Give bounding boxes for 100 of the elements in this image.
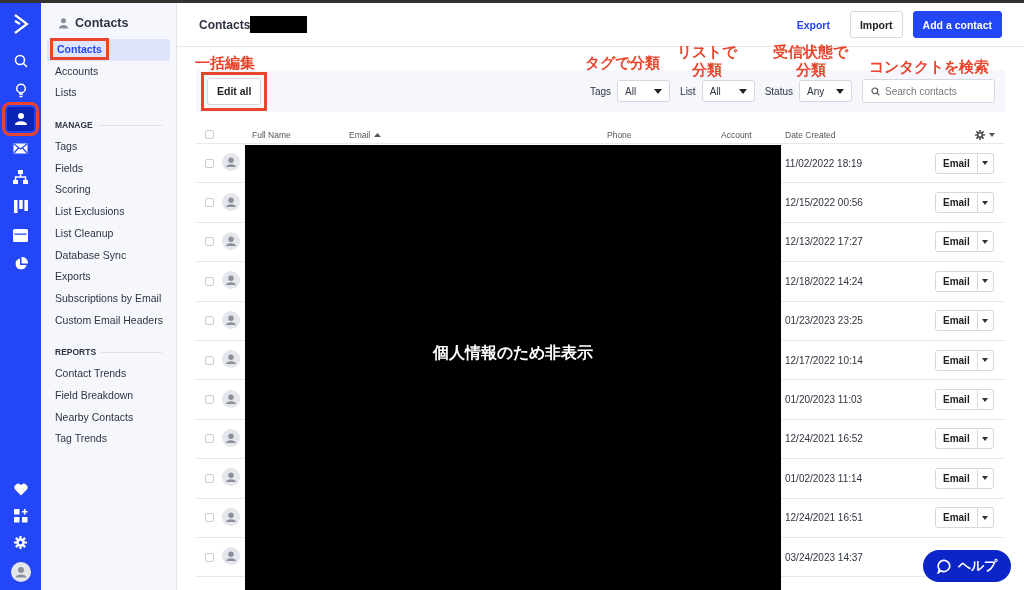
filter-dropdown[interactable]: All: [701, 80, 755, 102]
annotation-label: 受信状態で 分類: [773, 43, 848, 79]
checkbox[interactable]: [204, 355, 214, 365]
email-button[interactable]: Email: [935, 389, 978, 411]
email-button[interactable]: Email: [935, 428, 978, 450]
caret-icon: [982, 200, 989, 205]
caret-icon: [982, 239, 989, 244]
settings-icon[interactable]: [975, 129, 985, 140]
avatar-icon: [222, 231, 240, 250]
column-header[interactable]: Full Name: [252, 129, 291, 140]
caret-icon: [982, 318, 989, 323]
email-button[interactable]: Email: [935, 231, 978, 253]
date-cell-text: 12/17/2022 10:14: [785, 354, 864, 366]
import-button[interactable]: Import: [849, 11, 903, 38]
search-field[interactable]: Search contacts: [862, 79, 995, 103]
column-header[interactable]: Account: [721, 129, 752, 140]
avatar-icon[interactable]: [10, 562, 31, 582]
filter-label: List: [680, 85, 696, 97]
sidebar-item[interactable]: Scoring: [47, 179, 170, 202]
sidebar-item[interactable]: Database Sync: [47, 244, 170, 267]
sidebar-item[interactable]: Tags: [47, 136, 170, 158]
section-heading: MANAGE: [55, 120, 93, 131]
redaction-bar: [250, 16, 308, 33]
sidebar-item[interactable]: Field Breakdown: [47, 384, 170, 407]
column-header[interactable]: Date Created: [785, 129, 836, 140]
avatar-icon: [222, 468, 240, 487]
checkbox[interactable]: [204, 434, 214, 444]
filter-label: Tags: [589, 85, 612, 97]
checkbox[interactable]: [204, 552, 214, 562]
sidebar-item[interactable]: List Exclusions: [47, 201, 170, 223]
caret-icon: [982, 161, 989, 166]
checkbox[interactable]: [204, 237, 214, 247]
column-header[interactable]: Phone: [607, 129, 632, 140]
filter-dropdown[interactable]: All: [617, 80, 671, 102]
sidebar-item[interactable]: Exports: [47, 266, 170, 288]
checkbox[interactable]: [204, 276, 214, 286]
sidebar-item[interactable]: Contact Trends: [47, 363, 170, 385]
checkbox[interactable]: [204, 513, 214, 523]
avatar-icon: [222, 271, 240, 290]
column-header[interactable]: Email: [349, 129, 382, 140]
email-button[interactable]: Email: [935, 467, 978, 489]
date-cell-text: 12/24/2021 16:51: [785, 512, 864, 524]
sidebar-item[interactable]: Lists: [47, 82, 170, 105]
export-link[interactable]: Export: [796, 18, 830, 31]
caret-icon: [982, 358, 989, 363]
checkbox[interactable]: [204, 198, 214, 208]
sidebar-item[interactable]: Custom Email Headers: [47, 309, 170, 332]
filter-dropdown[interactable]: Any: [799, 80, 852, 102]
checkbox[interactable]: [204, 395, 214, 405]
email-button[interactable]: Email: [935, 349, 978, 371]
annotation-label: 一括編集: [195, 54, 255, 72]
section-heading: REPORTS: [55, 347, 97, 358]
sidebar-item[interactable]: Accounts: [47, 60, 170, 83]
caret-icon: [982, 397, 989, 402]
annotation-label: コンタクトを検索: [869, 58, 989, 76]
date-cell-text: 12/13/2022 17:27: [785, 236, 864, 248]
sidebar-item[interactable]: Subscriptions by Email: [47, 287, 170, 310]
sidebar-item[interactable]: Nearby Contacts: [47, 406, 170, 429]
checkbox[interactable]: [204, 158, 214, 168]
annotation-label: タグで分類: [585, 54, 660, 72]
checkbox[interactable]: [204, 316, 214, 326]
apps-icon[interactable]: [13, 509, 28, 523]
help-button[interactable]: ヘルプ: [923, 550, 1011, 582]
avatar-icon: [222, 547, 240, 566]
edit-all-button[interactable]: Edit all: [207, 77, 262, 105]
email-button[interactable]: Email: [935, 310, 978, 332]
redaction-notice: 個人情報のため非表示: [433, 343, 593, 363]
sidebar-item[interactable]: Contacts: [47, 39, 170, 61]
caret-icon: [982, 436, 989, 441]
caret-icon: [738, 88, 747, 94]
avatar-icon: [222, 507, 240, 526]
email-button[interactable]: Email: [935, 270, 978, 292]
sidebar-item[interactable]: Fields: [47, 157, 170, 180]
email-button[interactable]: Email: [935, 507, 978, 529]
caret-icon: [982, 279, 989, 284]
caret-icon: [836, 88, 844, 94]
checkbox[interactable]: [204, 130, 214, 139]
sort-arrow-icon: [374, 132, 382, 137]
caret-icon: [982, 515, 989, 520]
email-button[interactable]: Email: [935, 192, 978, 214]
heart-icon[interactable]: [13, 483, 28, 496]
email-button[interactable]: Email: [935, 152, 978, 174]
date-cell-text: 11/02/2022 18:19: [785, 157, 864, 169]
sidebar-item[interactable]: List Cleanup: [47, 222, 170, 245]
filter-label: Status: [764, 85, 793, 97]
date-cell-text: 12/24/2021 16:52: [785, 433, 864, 445]
checkbox[interactable]: [204, 473, 214, 483]
date-cell-text: 03/24/2023 14:37: [785, 551, 864, 563]
caret-icon: [654, 88, 663, 94]
sidebar-title: Contacts: [75, 16, 129, 30]
chat-bubble-icon: [937, 558, 952, 574]
caret-icon[interactable]: [989, 132, 995, 137]
person-icon: [58, 17, 69, 29]
add-contact-button[interactable]: Add a contact: [912, 11, 1002, 38]
sidebar-item[interactable]: Tag Trends: [47, 428, 170, 450]
avatar-icon: [222, 389, 240, 408]
date-cell-text: 12/18/2022 14:24: [785, 275, 864, 287]
avatar-icon: [222, 428, 240, 447]
date-cell-text: 01/20/2023 11:03: [785, 394, 864, 406]
date-cell-text: 01/02/2023 11:14: [785, 472, 864, 484]
